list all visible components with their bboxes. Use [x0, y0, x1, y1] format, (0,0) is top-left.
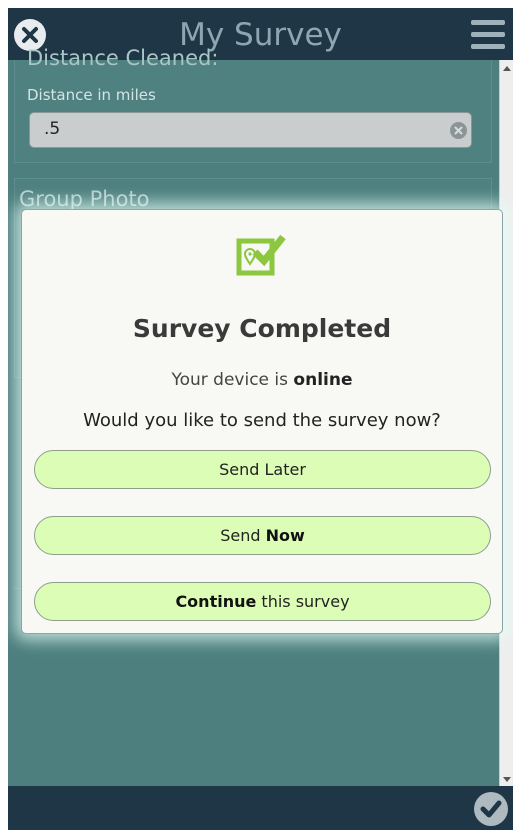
status-value: online	[293, 370, 353, 390]
menu-button[interactable]	[471, 20, 505, 50]
survey-app: My Survey Distance Cleaned: Distance in …	[8, 8, 513, 830]
send-later-button[interactable]: Send Later	[34, 450, 491, 489]
distance-input-value: .5	[44, 119, 61, 139]
scroll-up-icon[interactable]	[503, 66, 511, 71]
continue-bold: Continue	[175, 592, 257, 611]
continue-survey-button[interactable]: Continue this survey	[34, 582, 491, 621]
distance-question: Distance Cleaned: Distance in miles .5	[14, 46, 492, 163]
status-prefix: Your device is	[171, 370, 289, 390]
checkmark-icon	[480, 800, 502, 818]
send-now-button[interactable]: Send Now	[34, 516, 491, 555]
dialog-title: Survey Completed	[132, 314, 392, 343]
menu-icon-bar	[471, 44, 505, 49]
menu-icon-bar	[471, 32, 505, 37]
menu-icon-bar	[471, 20, 505, 25]
survey-check-icon	[236, 234, 286, 276]
device-status: Your device is online	[22, 370, 502, 390]
survey-completed-dialog: Survey Completed Your device is online W…	[21, 209, 503, 634]
send-prompt: Would you like to send the survey now?	[83, 410, 441, 431]
send-now-prefix: Send	[220, 526, 261, 545]
app-footer	[8, 786, 513, 830]
question-hint: Distance in miles	[27, 86, 156, 104]
clear-input-icon[interactable]	[450, 122, 467, 139]
scroll-down-icon[interactable]	[503, 777, 511, 782]
send-later-label: Send Later	[219, 460, 306, 479]
distance-input[interactable]: .5	[29, 112, 472, 148]
submit-button[interactable]	[474, 792, 508, 826]
group-photo-label: Group Photo	[19, 187, 150, 211]
question-label: Distance Cleaned:	[27, 46, 219, 70]
continue-suffix: this survey	[261, 592, 350, 611]
send-now-bold: Now	[265, 526, 305, 545]
